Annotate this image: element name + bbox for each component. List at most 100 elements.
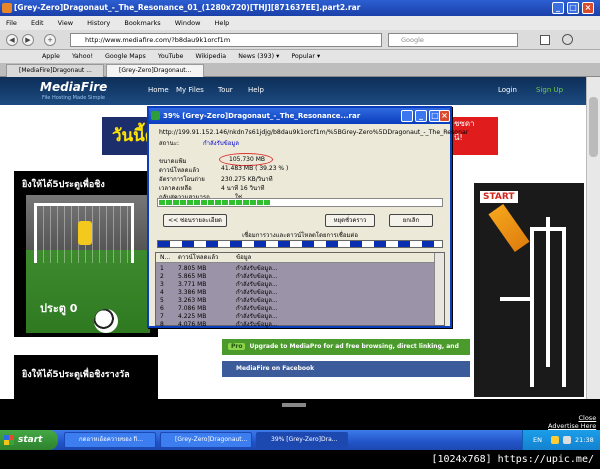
dialog-tray-button[interactable] xyxy=(401,110,413,122)
hide-details-button[interactable]: << ซ่อนรายละเอียด xyxy=(163,214,227,227)
menu-help[interactable]: Help xyxy=(214,19,229,27)
windows-logo-icon xyxy=(4,435,14,445)
nav-tour[interactable]: Tour xyxy=(218,86,233,94)
menu-bookmarks[interactable]: Bookmarks xyxy=(124,19,160,27)
tab-grey-zero[interactable]: [Grey-Zero]Dragonaut... xyxy=(106,64,204,77)
tray-icon[interactable] xyxy=(551,436,559,444)
connection-downloaded: 7.086 MB xyxy=(178,305,207,312)
table-scrollbar[interactable] xyxy=(434,253,444,325)
column-header-info[interactable]: ข้อมูล xyxy=(236,253,251,263)
status-label: สถานะ: xyxy=(159,140,180,147)
connection-number: 4 xyxy=(160,289,164,296)
bookmark-yahoo[interactable]: Yahoo! xyxy=(72,53,93,60)
menu-window[interactable]: Window xyxy=(175,19,201,27)
menu-bar: File Edit View History Bookmarks Window … xyxy=(0,16,600,30)
system-tray: EN 21:38 xyxy=(522,430,600,450)
download-icon xyxy=(151,111,160,120)
taskbar-item-3[interactable]: 39% [Grey-Zero]Dra... xyxy=(256,432,348,448)
bookmark-news[interactable]: News (393) ▾ xyxy=(238,53,279,60)
page-scrollbar[interactable] xyxy=(586,77,600,399)
bookmark-popular[interactable]: Popular ▾ xyxy=(291,53,320,60)
soccer-game-title-2: ยิงให้ได้5ประตูเพื่อชิงรางวัล xyxy=(22,370,130,380)
advertise-here-link[interactable]: Advertise Here xyxy=(548,422,596,430)
screenshot-footer-caption: [1024x768] https://upic.me/ xyxy=(0,450,600,469)
address-bar[interactable]: http://www.mediafire.com/?b8dau9k1orcf1m xyxy=(70,33,382,47)
connections-table: N... ดาวน์โหลดแล้ว ข้อมูล 1 7.805 MB กำลัง… xyxy=(155,252,445,328)
maximize-button[interactable]: □ xyxy=(567,2,579,14)
bookmark-youtube[interactable]: YouTube xyxy=(158,53,184,60)
upgrade-mediapro-banner[interactable]: Pro Upgrade to MediaPro for ad free brows… xyxy=(222,339,470,366)
back-button[interactable]: ◀ xyxy=(6,34,18,46)
close-ad-link[interactable]: Close xyxy=(548,414,596,422)
connection-number: 1 xyxy=(160,265,164,272)
navigation-toolbar: ◀ ▶ + http://www.mediafire.com/?b8dau9k1… xyxy=(0,30,600,50)
ad-banner-right[interactable]: ชซดา นี! xyxy=(452,117,498,155)
login-link[interactable]: Login xyxy=(498,86,517,94)
connection-number: 8 xyxy=(160,321,164,328)
column-header-downloaded[interactable]: ดาวน์โหลดแล้ว xyxy=(178,253,218,263)
close-button[interactable]: × xyxy=(582,2,594,14)
connections-label: เชื่อมการวางและดาวน์โหลดโดยการเชื่อมต่อ xyxy=(242,232,358,239)
taskbar-item-2[interactable]: [Grey-Zero]Dragonaut... xyxy=(160,432,252,448)
add-bookmark-button[interactable]: + xyxy=(44,34,56,46)
nav-help[interactable]: Help xyxy=(248,86,264,94)
signup-link[interactable]: Sign Up xyxy=(536,86,563,94)
start-button[interactable]: start xyxy=(0,430,58,450)
connection-status: กำลังรับข้อมูล... xyxy=(236,273,278,280)
menu-view[interactable]: View xyxy=(58,19,73,27)
dialog-close-button[interactable]: × xyxy=(439,110,450,122)
tab-mediafire[interactable]: [MediaFire]Dragonaut ... xyxy=(6,64,104,77)
connection-downloaded: 7.805 MB xyxy=(178,265,207,272)
menu-file[interactable]: File xyxy=(6,19,17,27)
connection-status: กำลังรับข้อมูล... xyxy=(236,289,278,296)
time-remaining-value: 4 นาที 16 วินาที xyxy=(221,185,265,192)
dialog-minimize-button[interactable]: _ xyxy=(415,110,427,122)
menu-edit[interactable]: Edit xyxy=(31,19,44,27)
pause-button[interactable]: หยุดชั่วคราว xyxy=(325,214,375,227)
connection-status: กำลังรับข้อมูล... xyxy=(236,297,278,304)
search-input[interactable]: Google xyxy=(388,33,518,47)
bookmark-google-maps[interactable]: Google Maps xyxy=(105,53,146,60)
connection-number: 7 xyxy=(160,313,164,320)
connection-number: 5 xyxy=(160,297,164,304)
table-header: N... ดาวน์โหลดแล้ว ข้อมูล xyxy=(156,253,434,263)
dialog-titlebar[interactable]: 39% [Grey-Zero]Dragonaut_-_The_Resonance… xyxy=(149,108,450,124)
minimize-button[interactable]: _ xyxy=(552,2,564,14)
nav-home[interactable]: Home xyxy=(148,86,169,94)
status-bar xyxy=(0,399,600,430)
scrollbar-thumb[interactable] xyxy=(589,97,598,157)
tab-bar: [MediaFire]Dragonaut ... [Grey-Zero]Drag… xyxy=(0,63,600,77)
maze-start-label: START xyxy=(480,191,518,203)
page-menu-icon[interactable] xyxy=(540,35,550,45)
connection-downloaded: 3.263 MB xyxy=(178,297,207,304)
browser-window: [Grey-Zero]Dragonaut_-_The_Resonance_01_… xyxy=(0,0,600,430)
menu-history[interactable]: History xyxy=(87,19,110,27)
volume-icon[interactable] xyxy=(563,436,571,444)
mediafire-tagline: File Hosting Made Simple xyxy=(42,95,105,101)
bookmark-apple[interactable]: Apple xyxy=(42,53,60,60)
forward-button[interactable]: ▶ xyxy=(22,34,34,46)
goal-score: ประตู 0 xyxy=(40,302,78,315)
facebook-banner[interactable]: MediaFire on Facebook xyxy=(222,361,470,377)
bookmarks-bar: Apple Yahoo! Google Maps YouTube Wikiped… xyxy=(0,50,600,63)
column-header-number[interactable]: N... xyxy=(160,253,170,263)
maze-wall xyxy=(562,227,566,387)
downloaded-value: 41.483 MB ( 39.23 % ) xyxy=(221,165,289,172)
soccer-game-title: ยิงให้ได้5ประตูเพื่อชิง xyxy=(22,180,105,190)
connection-number: 3 xyxy=(160,281,164,288)
language-indicator[interactable]: EN xyxy=(533,430,542,450)
pro-badge: Pro xyxy=(228,343,246,350)
settings-gear-icon[interactable] xyxy=(562,34,573,45)
connection-status: กำลังรับข้อมูล... xyxy=(236,305,278,312)
maze-wall xyxy=(500,297,530,301)
taskbar-item-1[interactable]: กดอาหเอ้อควายของ fi... xyxy=(64,432,156,448)
mediafire-logo[interactable]: MediaFire xyxy=(40,80,107,94)
connection-status: กำลังรับข้อมูล... xyxy=(236,281,278,288)
bookmark-wikipedia[interactable]: Wikipedia xyxy=(195,53,226,60)
nav-my-files[interactable]: My Files xyxy=(176,86,204,94)
window-titlebar[interactable]: [Grey-Zero]Dragonaut_-_The_Resonance_01_… xyxy=(0,0,600,16)
connection-status: กำลังรับข้อมูล... xyxy=(236,265,278,272)
soccer-ball-image xyxy=(94,309,118,333)
cancel-button[interactable]: ยกเลิก xyxy=(389,214,433,227)
connection-downloaded: 4.225 MB xyxy=(178,313,207,320)
